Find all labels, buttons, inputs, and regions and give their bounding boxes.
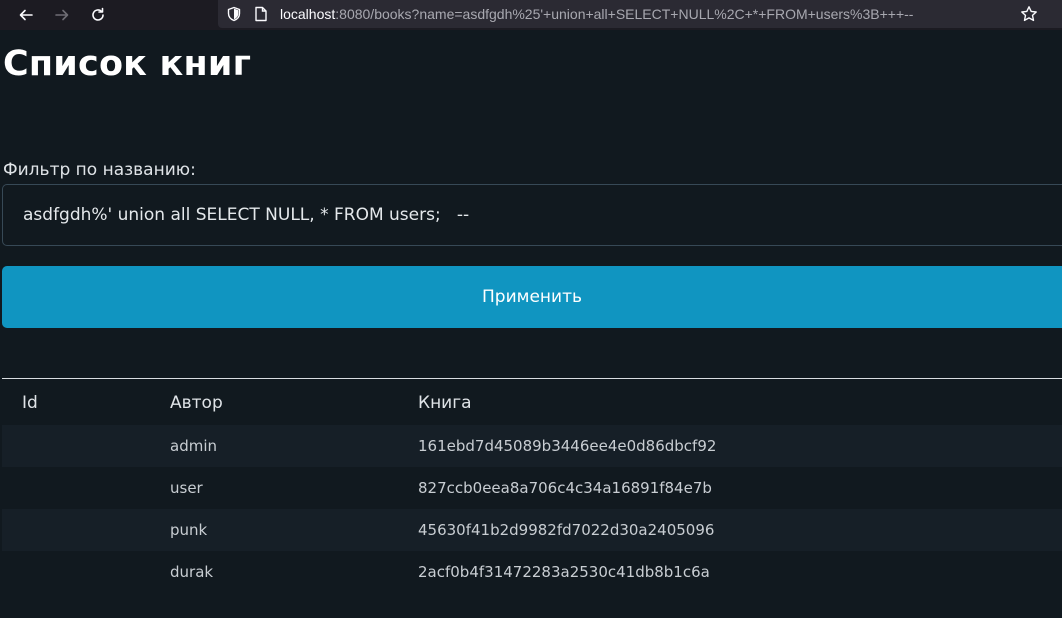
page-icon[interactable]	[254, 6, 268, 22]
filter-input[interactable]	[2, 184, 1062, 246]
cell-id	[2, 509, 170, 551]
cell-book: 827ccb0eea8a706c4c34a16891f84e7b	[418, 478, 712, 497]
reload-icon	[92, 7, 104, 21]
page-title: Список книг	[3, 44, 252, 84]
cell-author: punk	[170, 520, 208, 539]
url-text: localhost:8080/books?name=asdfgdh%25'+un…	[280, 0, 913, 28]
books-table: Id Автор Книга admin 161ebd7d45089b3446e…	[2, 378, 1062, 593]
column-header-id: Id	[22, 392, 38, 413]
cell-author: admin	[170, 436, 217, 455]
table-row: user 827ccb0eea8a706c4c34a16891f84e7b	[2, 467, 1062, 509]
shield-icon[interactable]	[226, 6, 242, 22]
browser-toolbar: localhost:8080/books?name=asdfgdh%25'+un…	[0, 0, 1062, 30]
cell-author: user	[170, 478, 203, 497]
arrow-left-icon	[19, 9, 33, 21]
url-host: localhost	[280, 6, 336, 22]
column-header-book: Книга	[418, 392, 472, 413]
cell-id	[2, 425, 170, 467]
cell-author: durak	[170, 562, 214, 581]
address-bar[interactable]: localhost:8080/books?name=asdfgdh%25'+un…	[218, 0, 1062, 28]
filter-label: Фильтр по названию:	[3, 160, 196, 180]
apply-button[interactable]: Применить	[2, 266, 1062, 328]
bookmark-star-icon[interactable]	[1020, 5, 1038, 23]
url-path: :8080/books?name=asdfgdh%25'+union+all+S…	[335, 6, 914, 22]
table-row: punk 45630f41b2d9982fd7022d30a2405096	[2, 508, 1062, 551]
cell-book: 45630f41b2d9982fd7022d30a2405096	[418, 520, 715, 539]
cell-book: 161ebd7d45089b3446ee4e0d86dbcf92	[418, 436, 717, 455]
forward-button[interactable]	[50, 3, 74, 27]
cell-id	[2, 467, 170, 509]
cell-id	[2, 551, 170, 593]
reload-button[interactable]	[86, 3, 110, 27]
arrow-right-icon	[55, 9, 69, 21]
cell-book: 2acf0b4f31472283a2530c41db8b1c6a	[418, 562, 710, 581]
table-row: durak 2acf0b4f31472283a2530c41db8b1c6a	[2, 551, 1062, 593]
column-header-author: Автор	[170, 392, 223, 413]
back-button[interactable]	[14, 3, 38, 27]
table-header-row: Id Автор Книга	[2, 379, 1062, 425]
table-row: admin 161ebd7d45089b3446ee4e0d86dbcf92	[2, 424, 1062, 467]
